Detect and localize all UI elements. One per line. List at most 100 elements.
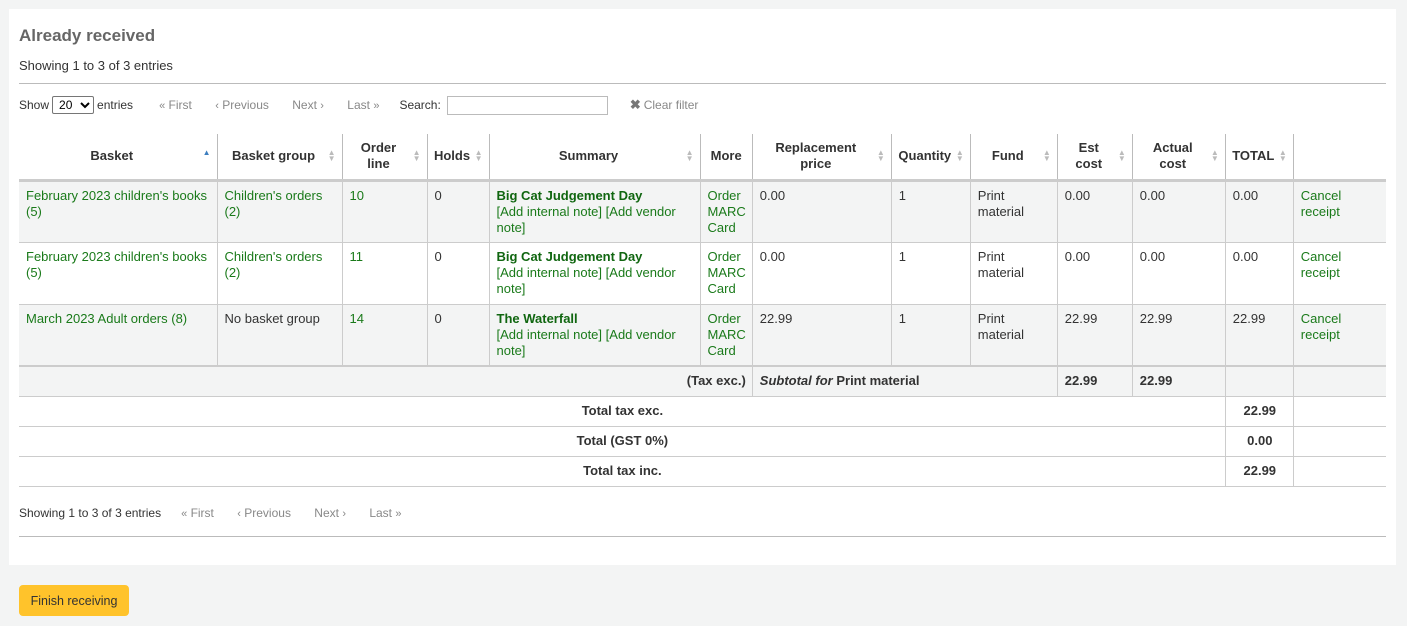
marc-link[interactable]: MARC: [708, 327, 746, 342]
close-icon: ✖: [629, 97, 641, 112]
add-internal-note-link[interactable]: [Add internal note]: [497, 327, 603, 342]
column-header-replacement-price[interactable]: Replacement price ▲ ▼: [752, 134, 892, 182]
summary-cell: The Waterfall [Add internal note] [Add ve…: [489, 304, 701, 367]
finish-receiving-button[interactable]: Finish receiving: [19, 585, 129, 616]
column-header-actual-cost[interactable]: Actual cost ▲ ▼: [1132, 134, 1226, 182]
column-header-more: More: [700, 134, 753, 182]
title-link[interactable]: Big Cat Judgement Day: [497, 249, 643, 264]
total-value: 0.00: [1225, 426, 1294, 457]
actual-cost-cell: 22.99: [1132, 304, 1226, 367]
total-value: 22.99: [1225, 396, 1294, 427]
divider: [19, 83, 1386, 84]
total-label: Total (GST 0%): [19, 426, 1226, 457]
table-row: February 2023 children's books (5) Childr…: [19, 180, 1386, 243]
basket-group-text: No basket group: [224, 310, 320, 326]
first-page-link[interactable]: « First: [159, 98, 192, 112]
column-header-quantity[interactable]: Quantity ▲ ▼: [891, 134, 971, 182]
marc-link[interactable]: MARC: [708, 204, 746, 219]
chevron-left-icon: ‹: [237, 508, 241, 520]
basket-cell: February 2023 children's books (5): [19, 242, 218, 305]
clear-filter-button[interactable]: ✖ Clear filter: [630, 97, 699, 113]
order-link[interactable]: Order: [708, 188, 741, 203]
next-page-link[interactable]: Next ›: [292, 98, 324, 112]
cancel-receipt-link[interactable]: Cancel receipt: [1301, 188, 1341, 219]
first-page-link[interactable]: « First: [181, 506, 214, 520]
fund-cell: Print material: [970, 242, 1058, 305]
title-link[interactable]: Big Cat Judgement Day: [497, 188, 643, 203]
subtotal-fund: Subtotal for Print material: [752, 365, 1058, 397]
search-input[interactable]: [446, 95, 608, 115]
sort-icon: ▲ ▼: [1117, 148, 1126, 164]
cancel-receipt-link[interactable]: Cancel receipt: [1301, 311, 1341, 342]
total-label: Total tax exc.: [19, 396, 1226, 427]
sort-icon: ▲ ▼: [412, 148, 421, 164]
add-internal-note-link[interactable]: [Add internal note]: [497, 265, 603, 280]
table-row: February 2023 children's books (5) Childr…: [19, 242, 1386, 305]
actual-cost-cell: 0.00: [1132, 180, 1226, 243]
holds-cell: 0: [427, 180, 490, 243]
more-cell: Order MARC Card: [700, 242, 753, 305]
sort-icon: ▲ ▼: [876, 148, 885, 164]
table-toolbar: Show 20 entries « First ‹ Previous Next …: [19, 95, 1386, 115]
previous-page-link[interactable]: ‹ Previous: [237, 506, 291, 520]
total-cell: 0.00: [1225, 180, 1294, 243]
show-label: Show: [19, 98, 50, 112]
column-header-basket[interactable]: Basket ▲: [19, 134, 218, 182]
order-line-link[interactable]: 10: [350, 188, 364, 203]
total-tax-inc-row: Total tax inc. 22.99: [19, 456, 1386, 487]
total-cell: 22.99: [1225, 304, 1294, 367]
order-link[interactable]: Order: [708, 311, 741, 326]
column-header-est-cost[interactable]: Est cost ▲ ▼: [1057, 134, 1133, 182]
replacement-price-cell: 0.00: [752, 242, 892, 305]
card-link[interactable]: Card: [708, 281, 736, 296]
basket-group-link[interactable]: Children's orders (2): [225, 249, 323, 280]
cancel-receipt-link[interactable]: Cancel receipt: [1301, 249, 1341, 280]
sort-icon: ▲ ▼: [1278, 148, 1287, 164]
sort-icon: ▲ ▼: [685, 148, 694, 164]
entries-per-page-select[interactable]: 20: [52, 96, 95, 114]
next-page-link[interactable]: Next ›: [314, 506, 346, 520]
marc-link[interactable]: MARC: [708, 265, 746, 280]
title-link[interactable]: The Waterfall: [497, 311, 578, 326]
order-line-link[interactable]: 11: [350, 249, 364, 264]
basket-link[interactable]: March 2023 Adult orders (8): [26, 311, 187, 326]
chevron-right-icon: ›: [342, 508, 346, 520]
column-header-actions: [1293, 134, 1386, 182]
column-header-summary[interactable]: Summary ▲ ▼: [489, 134, 701, 182]
last-page-link[interactable]: Last »: [347, 98, 379, 112]
holds-cell: 0: [427, 304, 490, 367]
subtotal-row: (Tax exc.) Subtotal for Print material 2…: [19, 365, 1386, 397]
order-link[interactable]: Order: [708, 249, 741, 264]
basket-link[interactable]: February 2023 children's books (5): [26, 188, 207, 219]
sort-icon: ▲ ▼: [955, 148, 964, 164]
pager-top: « First ‹ Previous Next › Last »: [159, 98, 395, 112]
column-header-holds[interactable]: Holds ▲ ▼: [427, 134, 490, 182]
double-chevron-left-icon: «: [181, 508, 188, 520]
total-value: 22.99: [1225, 456, 1294, 487]
table-info-bottom: Showing 1 to 3 of 3 entries: [19, 506, 162, 520]
subtotal-est-cost: 22.99: [1057, 365, 1133, 397]
basket-link[interactable]: February 2023 children's books (5): [26, 249, 207, 280]
chevron-right-icon: ›: [320, 100, 324, 112]
search-label: Search:: [399, 98, 441, 112]
sort-icon: ▲ ▼: [1042, 148, 1051, 164]
basket-group-cell: Children's orders (2): [217, 180, 343, 243]
more-cell: Order MARC Card: [700, 180, 753, 243]
column-header-basket-group[interactable]: Basket group ▲ ▼: [217, 134, 343, 182]
add-internal-note-link[interactable]: [Add internal note]: [497, 204, 603, 219]
order-line-link[interactable]: 14: [350, 311, 364, 326]
replacement-price-cell: 22.99: [752, 304, 892, 367]
card-link[interactable]: Card: [708, 343, 736, 358]
previous-page-link[interactable]: ‹ Previous: [215, 98, 269, 112]
column-header-order-line[interactable]: Order line ▲ ▼: [342, 134, 428, 182]
basket-group-link[interactable]: Children's orders (2): [225, 188, 323, 219]
est-cost-cell: 0.00: [1057, 180, 1133, 243]
last-page-link[interactable]: Last »: [369, 506, 401, 520]
total-gst-row: Total (GST 0%) 0.00: [19, 426, 1386, 457]
order-line-cell: 11: [342, 242, 428, 305]
quantity-cell: 1: [891, 304, 971, 367]
order-line-cell: 10: [342, 180, 428, 243]
card-link[interactable]: Card: [708, 220, 736, 235]
column-header-fund[interactable]: Fund ▲ ▼: [970, 134, 1058, 182]
column-header-total[interactable]: TOTAL ▲ ▼: [1225, 134, 1294, 182]
